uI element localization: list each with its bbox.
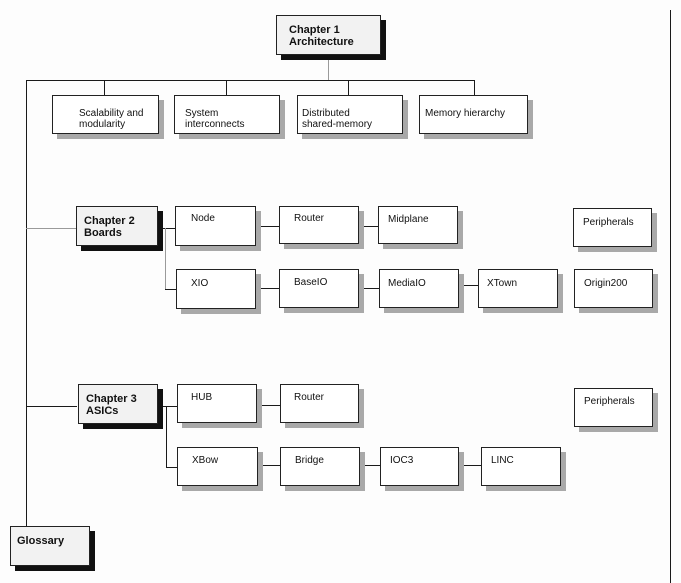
peripheral-label: Peripherals: [584, 396, 635, 407]
chapter-2-label: Chapter 2 Boards: [84, 215, 135, 239]
connector: [359, 465, 381, 466]
board-label: MediaIO: [388, 278, 426, 289]
connector: [158, 406, 178, 407]
connector: [226, 80, 227, 96]
glossary-box[interactable]: Glossary: [10, 526, 90, 566]
board-box[interactable]: MediaIO: [379, 269, 459, 308]
origin200-label: Origin200: [584, 278, 628, 289]
board-label: XTown: [487, 278, 518, 289]
peripheral-box[interactable]: Peripherals: [573, 208, 652, 247]
connector: [357, 288, 379, 289]
chapter-3-box[interactable]: Chapter 3 ASICs: [78, 384, 158, 424]
connector: [26, 228, 77, 229]
board-box[interactable]: Midplane: [378, 206, 458, 244]
board-box[interactable]: Router: [279, 206, 359, 244]
asic-label: Router: [294, 392, 325, 403]
connector: [165, 289, 176, 290]
connector: [256, 226, 279, 227]
board-label: Router: [294, 213, 325, 224]
asic-box[interactable]: XBow: [177, 447, 258, 486]
connector: [348, 80, 349, 96]
topic-box[interactable]: System interconnects: [174, 95, 280, 134]
connector: [104, 80, 105, 96]
topic-label: Distributed shared-memory: [302, 108, 373, 130]
connector: [258, 465, 280, 466]
chapter-1-label: Chapter 1 Architecture: [289, 24, 354, 48]
connector: [166, 406, 167, 468]
board-box[interactable]: BaseIO: [279, 269, 359, 308]
connector: [26, 80, 475, 81]
board-box[interactable]: XIO: [176, 269, 256, 309]
peripheral-label: Peripherals: [583, 217, 634, 228]
topic-label: Memory hierarchy: [425, 108, 506, 119]
chapter-2-box[interactable]: Chapter 2 Boards: [76, 206, 158, 246]
board-label: BaseIO: [294, 277, 328, 288]
topic-box[interactable]: Distributed shared-memory: [297, 95, 403, 134]
board-label: Midplane: [388, 214, 429, 225]
asic-box[interactable]: Bridge: [280, 447, 360, 486]
connector: [258, 405, 280, 406]
connector: [328, 56, 329, 80]
connector: [159, 228, 176, 229]
trunk-line: [26, 80, 27, 528]
asic-box[interactable]: IOC3: [380, 447, 459, 486]
board-box[interactable]: Node: [175, 206, 256, 246]
peripheral-box[interactable]: Peripherals: [574, 388, 653, 427]
asic-label: IOC3: [390, 455, 414, 466]
topic-label: Scalability and modularity: [79, 108, 144, 130]
topic-label: System interconnects: [185, 108, 245, 130]
connector: [26, 406, 77, 407]
topic-box[interactable]: Memory hierarchy: [419, 95, 528, 134]
connector: [358, 226, 379, 227]
connector: [458, 285, 478, 286]
asic-box[interactable]: Router: [280, 384, 359, 423]
connector: [474, 80, 475, 96]
asic-box[interactable]: HUB: [177, 384, 257, 423]
asic-label: LINC: [491, 455, 514, 466]
asic-label: XBow: [192, 455, 219, 466]
asic-box[interactable]: LINC: [481, 447, 561, 486]
chapter-1-box[interactable]: Chapter 1 Architecture: [276, 15, 381, 55]
board-label: XIO: [191, 278, 209, 289]
asic-label: HUB: [191, 392, 213, 403]
topic-box[interactable]: Scalability and modularity: [52, 95, 159, 134]
board-box[interactable]: XTown: [478, 269, 558, 308]
chapter-3-label: Chapter 3 ASICs: [86, 393, 137, 417]
connector: [459, 465, 481, 466]
connector: [258, 288, 280, 289]
glossary-label: Glossary: [17, 535, 65, 547]
origin200-box[interactable]: Origin200: [574, 269, 653, 308]
board-label: Node: [191, 213, 215, 224]
connector: [165, 228, 166, 289]
asic-label: Bridge: [295, 455, 324, 466]
right-divider: [670, 10, 671, 583]
